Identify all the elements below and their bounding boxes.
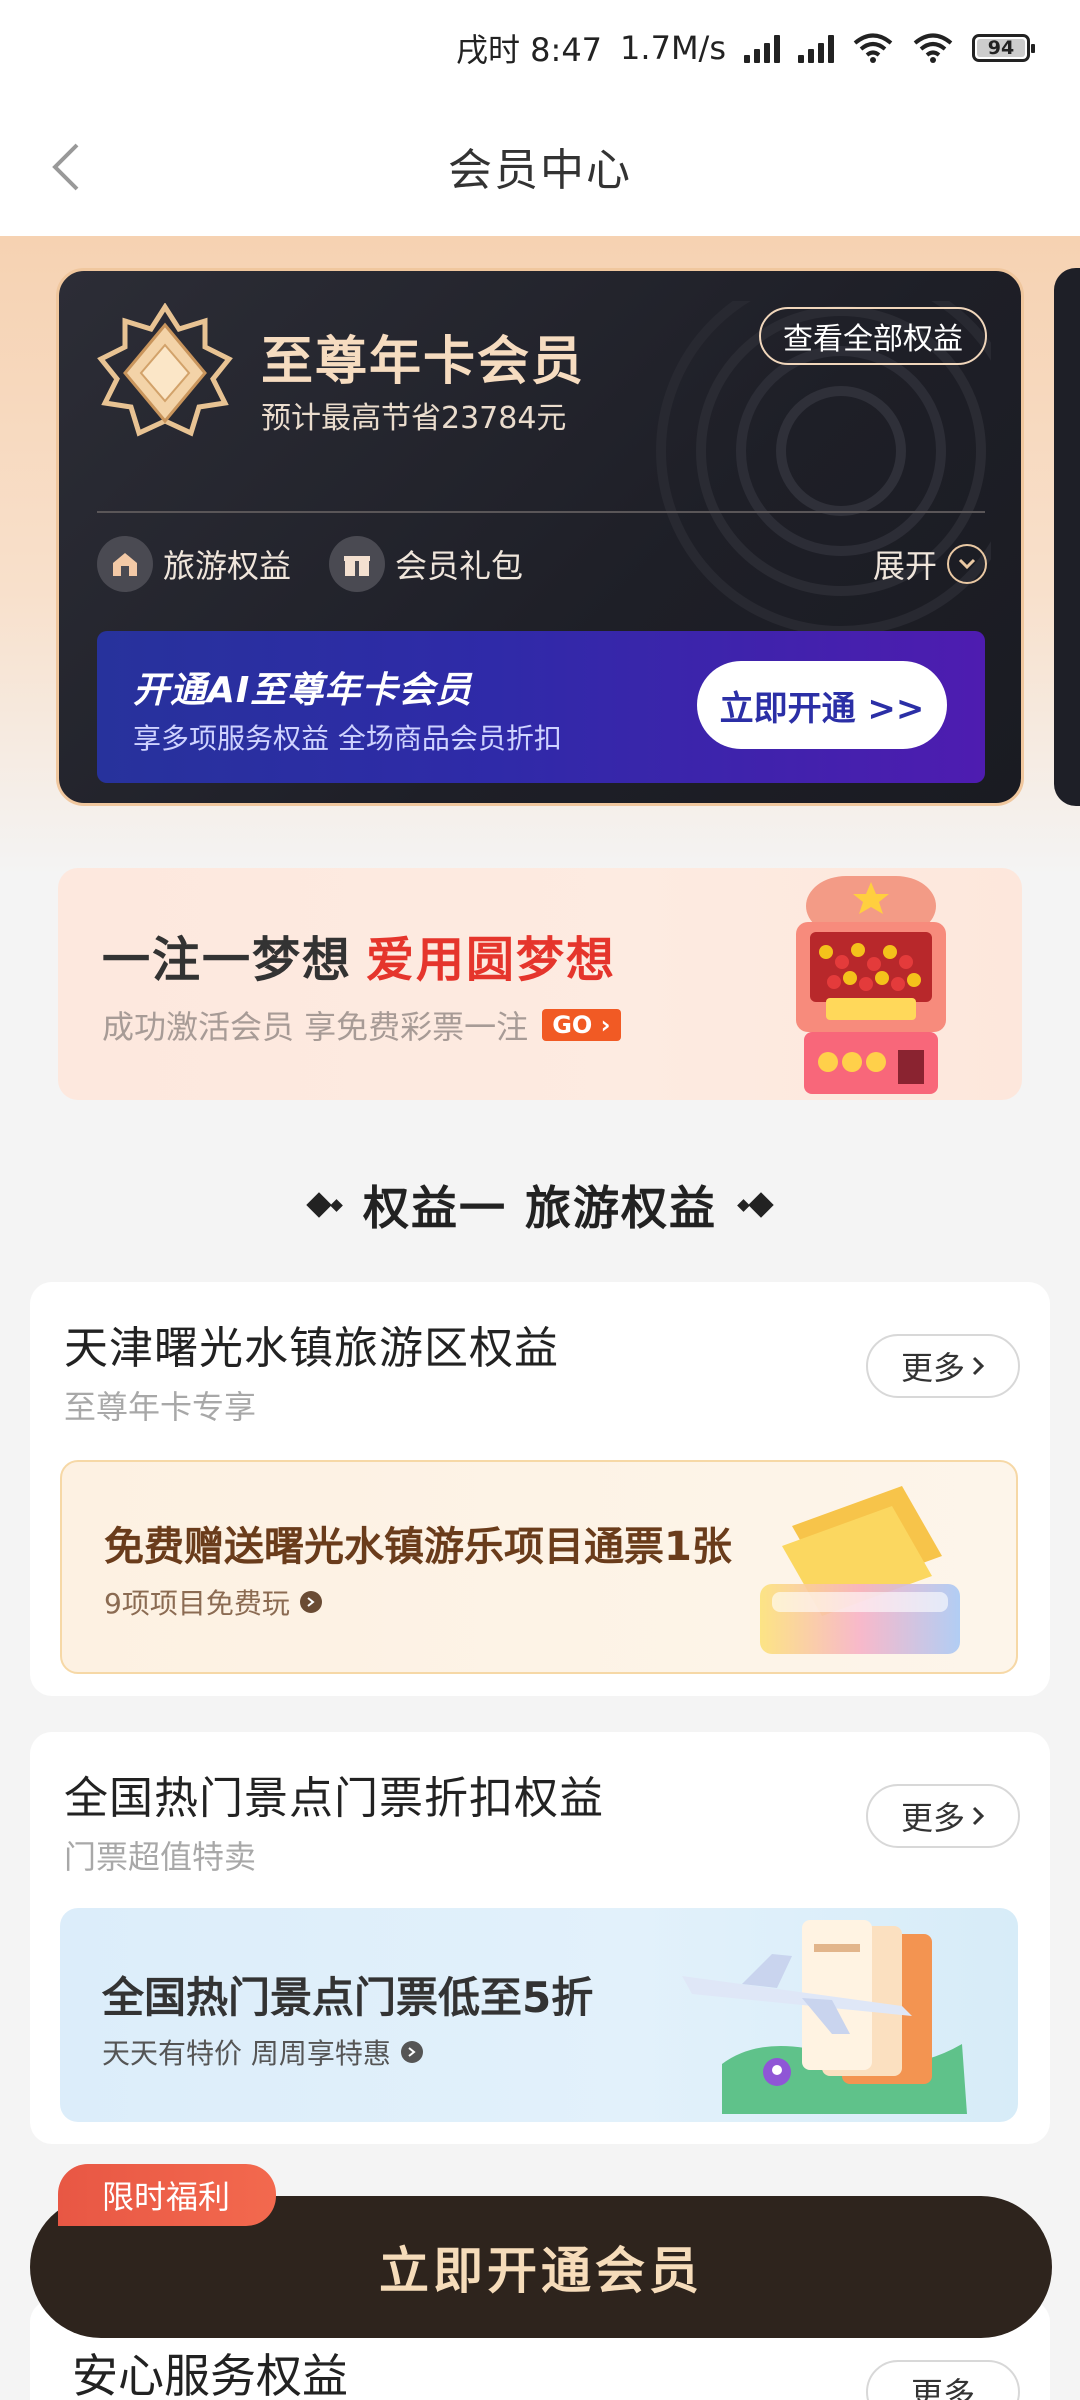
card-title: 至尊年卡会员 <box>261 332 586 392</box>
scenic-promo-card[interactable]: 全国热门景点门票低至5折 天天有特价 周周享特惠 <box>60 1908 1018 2122</box>
lottery-banner[interactable]: 一注一梦想 爱用圆梦想 成功激活会员 享免费彩票一注 GO › <box>58 868 1022 1100</box>
lottery-title: 一注一梦想 爱用圆梦想 <box>102 920 616 990</box>
promo-subtitle: 9项项目免费玩 <box>104 1582 322 1622</box>
wifi-icon <box>913 33 953 63</box>
lottery-subtitle: 成功激活会员 享免费彩票一注 GO › <box>102 1002 621 1048</box>
lottery-machine-icon <box>796 876 946 1094</box>
battery-icon: 94 <box>972 34 1035 62</box>
chevron-down-icon <box>947 544 987 584</box>
promo-subtitle-text: 9项项目免费玩 <box>104 1587 290 1620</box>
ticket-illustration-icon <box>760 1486 960 1654</box>
benefit-card-shuguang: 天津曙光水镇旅游区权益 至尊年卡专享 更多 免费赠送曙光水镇游乐项目通票1张 9… <box>30 1282 1050 1696</box>
tag-label: 旅游权益 <box>163 547 292 585</box>
divider <box>97 511 985 513</box>
page-title: 会员中心 <box>448 145 632 196</box>
back-button[interactable] <box>30 132 100 202</box>
lottery-subtitle-text: 成功激活会员 享免费彩票一注 <box>102 1008 529 1046</box>
more-button[interactable]: 更多 <box>866 1334 1020 1398</box>
open-membership-banner[interactable]: 开通AI至尊年卡会员 享多项服务权益 全场商品会员折扣 立即开通 >> <box>97 631 985 783</box>
next-card-peek[interactable] <box>1054 268 1080 806</box>
diamond-ornament-icon <box>306 1192 343 1218</box>
go-label: GO <box>552 1011 593 1039</box>
status-time: 戌时 8:47 <box>456 31 603 69</box>
house-icon <box>97 536 153 592</box>
card-savings: 预计最高节省23784元 <box>261 401 567 436</box>
tag-gift[interactable]: 会员礼包 <box>329 533 523 595</box>
more-button[interactable]: 更多 <box>866 1784 1020 1848</box>
lottery-title-highlight: 爱用圆梦想 <box>366 932 617 988</box>
benefit-card-scenic: 全国热门景点门票折扣权益 门票超值特卖 更多 全国热门景点门票低至5折 天天有特… <box>30 1732 1050 2144</box>
promo-title: 免费赠送曙光水镇游乐项目通票1张 <box>104 1524 732 1570</box>
signal-icon <box>798 33 834 63</box>
arrow-right-icon <box>400 2041 423 2063</box>
nav-bar: 会员中心 <box>0 96 1080 236</box>
more-label: 更多 <box>900 1799 965 1837</box>
tag-label: 会员礼包 <box>395 547 524 585</box>
member-card[interactable]: 至尊年卡会员 预计最高节省23784元 查看全部权益 旅游权益 会员礼包 展开 … <box>56 268 1024 806</box>
limited-offer-badge: 限时福利 <box>58 2164 277 2226</box>
benefit-title: 安心服务权益 <box>72 2349 348 2400</box>
signal-icon <box>744 33 780 63</box>
benefit-title: 天津曙光水镇旅游区权益 <box>64 1323 559 1374</box>
view-all-benefits-button[interactable]: 查看全部权益 <box>759 307 987 365</box>
diamond-ornament-icon <box>737 1192 774 1218</box>
section-title: 权益一 旅游权益 <box>362 1181 717 1235</box>
status-bar: 戌时 8:47 1.7M/s 94 <box>0 0 1080 96</box>
gift-icon <box>329 536 385 592</box>
lottery-title-main: 一注一梦想 <box>102 932 353 988</box>
network-speed: 1.7M/s <box>620 29 726 67</box>
expand-label: 展开 <box>872 547 937 585</box>
benefit-title: 全国热门景点门票折扣权益 <box>64 1773 604 1824</box>
more-button[interactable]: 更多 <box>866 2360 1020 2400</box>
benefit-subtitle: 门票超值特卖 <box>64 1838 257 1876</box>
wifi-icon <box>853 33 893 63</box>
more-label: 更多 <box>900 1349 965 1387</box>
promo-subtitle-text: 天天有特价 周周享特惠 <box>102 2037 391 2070</box>
tag-travel[interactable]: 旅游权益 <box>97 533 291 595</box>
open-now-button[interactable]: 立即开通 >> <box>697 661 947 749</box>
chevron-right-icon <box>972 1806 985 1826</box>
benefit-subtitle: 至尊年卡专享 <box>64 1388 257 1426</box>
crown-badge-icon <box>97 303 233 437</box>
chevron-left-icon <box>52 143 79 191</box>
banner-subtitle: 享多项服务权益 全场商品会员折扣 <box>133 722 562 755</box>
arrow-right-icon <box>299 1591 322 1613</box>
chevron-right-icon <box>972 1356 985 1376</box>
banner-title: 开通AI至尊年卡会员 <box>133 670 473 711</box>
expand-toggle[interactable]: 展开 <box>873 533 987 595</box>
battery-level: 94 <box>987 37 1015 59</box>
promo-title: 全国热门景点门票低至5折 <box>102 1973 594 2022</box>
airplane-tickets-illustration-icon <box>682 1920 967 2114</box>
go-badge[interactable]: GO › <box>542 1009 621 1041</box>
section-header: 权益一 旅游权益 <box>0 1170 1080 1240</box>
ticket-promo-card[interactable]: 免费赠送曙光水镇游乐项目通票1张 9项项目免费玩 <box>60 1460 1018 1674</box>
promo-subtitle: 天天有特价 周周享特惠 <box>102 2032 423 2072</box>
